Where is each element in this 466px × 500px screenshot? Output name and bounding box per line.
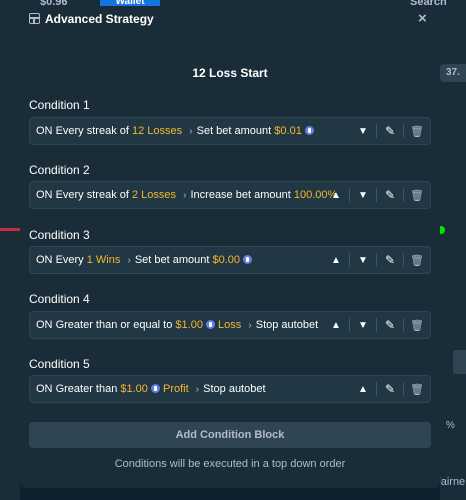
condition-1-trigger-value: 12 Losses [131, 125, 183, 137]
condition-5-label: Condition 5 [29, 357, 90, 371]
delete-icon[interactable]: 🗑 [404, 312, 430, 338]
condition-2-text: ON Every streak of 2 Losses › Increase b… [36, 182, 337, 208]
chevron-down-icon[interactable]: ▼ [350, 118, 376, 144]
edit-icon[interactable]: ✎ [377, 182, 403, 208]
condition-3-trigger: Every [55, 254, 84, 266]
background-percent: % [446, 420, 455, 431]
condition-5-actions: ▲ ✎ 🗑 [350, 376, 430, 402]
condition-5-trigger-value: $1.00 [120, 383, 148, 395]
chevron-up-icon[interactable]: ▲ [323, 247, 349, 273]
strategy-icon [29, 13, 40, 24]
background-value-pill: 37. [440, 64, 466, 82]
close-button[interactable]: × [418, 10, 427, 27]
chevron-down-icon[interactable]: ▼ [350, 247, 376, 273]
background-block [453, 350, 466, 374]
left-background-panel [0, 10, 20, 500]
chevron-up-icon[interactable]: ▲ [323, 182, 349, 208]
arrow-icon: › [248, 320, 252, 331]
execution-order-note: Conditions will be executed in a top dow… [114, 458, 346, 470]
condition-4-action: Stop autobet [255, 319, 319, 331]
chevron-up-icon[interactable]: ▲ [350, 376, 376, 402]
coin-icon [304, 126, 314, 135]
condition-4-text: ON Greater than or equal to $1.00 Loss ›… [36, 312, 318, 338]
condition-2-trigger-value: 2 Losses [131, 189, 177, 201]
edit-icon[interactable]: ✎ [377, 376, 403, 402]
arrow-icon: › [189, 126, 193, 137]
advanced-strategy-modal: Advanced Strategy × 12 Loss Start Condit… [20, 6, 440, 488]
background-red-line [0, 228, 20, 231]
condition-5-on: ON [36, 383, 53, 395]
delete-icon[interactable]: 🗑 [404, 247, 430, 273]
condition-4-trigger: Greater than or equal to [55, 319, 173, 331]
condition-4-on: ON [36, 319, 53, 331]
condition-1-action-value: $0.01 [274, 125, 302, 137]
arrow-icon: › [127, 255, 131, 266]
condition-3-text: ON Every 1 Wins › Set bet amount $0.00 [36, 247, 253, 273]
condition-1-row[interactable]: ON Every streak of 12 Losses › Set bet a… [29, 117, 431, 145]
condition-4-row[interactable]: ON Greater than or equal to $1.00 Loss ›… [29, 311, 431, 339]
condition-2-label: Condition 2 [29, 163, 90, 177]
coin-icon [243, 255, 253, 264]
condition-1-actions: ▼ ✎ 🗑 [350, 118, 430, 144]
chevron-down-icon[interactable]: ▼ [350, 312, 376, 338]
condition-3-label: Condition 3 [29, 228, 90, 242]
coin-icon [150, 384, 160, 393]
strategy-name: 12 Loss Start [192, 66, 268, 80]
delete-icon[interactable]: 🗑 [404, 182, 430, 208]
condition-1-on: ON [36, 125, 53, 137]
add-condition-block-button[interactable]: Add Condition Block [29, 422, 431, 448]
condition-1-label: Condition 1 [29, 98, 90, 112]
condition-2-on: ON [36, 189, 53, 201]
condition-3-on: ON [36, 254, 53, 266]
condition-1-text: ON Every streak of 12 Losses › Set bet a… [36, 118, 314, 144]
modal-title: Advanced Strategy [45, 12, 154, 26]
condition-3-trigger-value: 1 Wins [86, 254, 121, 266]
edit-icon[interactable]: ✎ [377, 118, 403, 144]
condition-5-trigger: Greater than [55, 383, 118, 395]
condition-3-actions: ▲ ▼ ✎ 🗑 [323, 247, 430, 273]
condition-2-actions: ▲ ▼ ✎ 🗑 [323, 182, 430, 208]
condition-5-row[interactable]: ON Greater than $1.00 Profit › Stop auto… [29, 375, 431, 403]
delete-icon[interactable]: 🗑 [404, 376, 430, 402]
condition-1-trigger: Every streak of [55, 125, 129, 137]
condition-5-trigger-type: Profit [162, 383, 189, 395]
condition-5-action: Stop autobet [203, 383, 266, 395]
condition-2-trigger: Every streak of [55, 189, 129, 201]
condition-4-label: Condition 4 [29, 292, 90, 306]
modal-header: Advanced Strategy × [20, 6, 440, 32]
condition-3-row[interactable]: ON Every 1 Wins › Set bet amount $0.00 ▲… [29, 246, 431, 274]
edit-icon[interactable]: ✎ [377, 247, 403, 273]
chevron-up-icon[interactable]: ▲ [323, 312, 349, 338]
edit-icon[interactable]: ✎ [377, 312, 403, 338]
arrow-icon: › [183, 190, 187, 201]
arrow-icon: › [195, 384, 200, 395]
condition-3-action: Set bet amount [134, 254, 210, 266]
condition-4-trigger-value: $1.00 [175, 319, 203, 331]
condition-2-row[interactable]: ON Every streak of 2 Losses › Increase b… [29, 181, 431, 209]
delete-icon[interactable]: 🗑 [404, 118, 430, 144]
condition-5-text: ON Greater than $1.00 Profit › Stop auto… [36, 376, 266, 402]
chevron-down-icon[interactable]: ▼ [350, 182, 376, 208]
condition-1-action: Set bet amount [196, 125, 272, 137]
condition-4-actions: ▲ ▼ ✎ 🗑 [323, 312, 430, 338]
condition-4-trigger-type: Loss [218, 319, 242, 331]
condition-2-action: Increase bet amount [190, 189, 291, 201]
coin-icon [205, 320, 215, 329]
condition-3-action-value: $0.00 [212, 254, 241, 266]
